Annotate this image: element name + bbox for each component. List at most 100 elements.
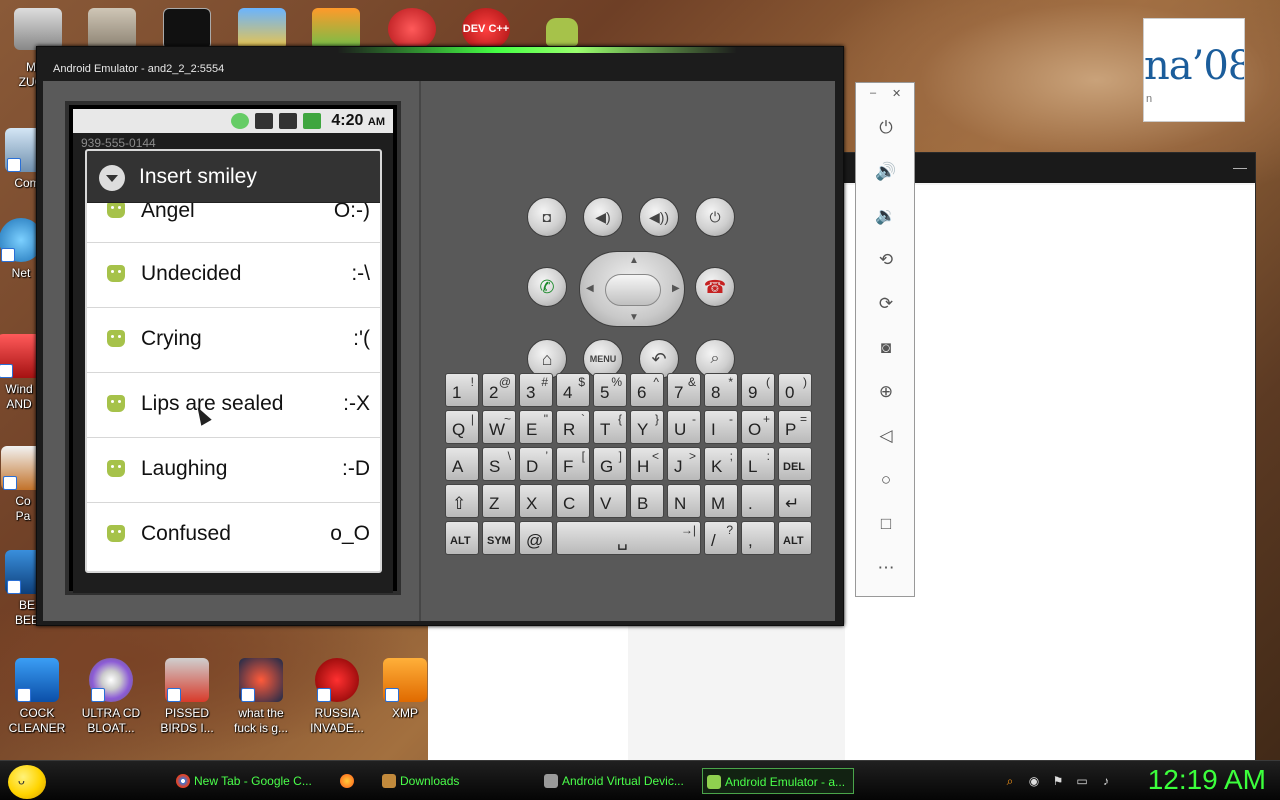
- dpad-down-icon[interactable]: ▼: [629, 312, 639, 323]
- camera-button[interactable]: ◘: [527, 197, 567, 237]
- power-icon[interactable]: ⏻: [874, 117, 898, 139]
- start-button[interactable]: [8, 765, 46, 799]
- key[interactable]: E ": [519, 410, 553, 444]
- key[interactable]: S \: [482, 447, 516, 481]
- desktop-icon-android-sdk[interactable]: [538, 8, 586, 50]
- key[interactable]: 2 @: [482, 373, 516, 407]
- back-triangle-icon[interactable]: ◁: [874, 425, 898, 447]
- key[interactable]: ALT: [445, 521, 479, 555]
- dpad[interactable]: ▲ ▼ ◀ ▶: [579, 251, 685, 327]
- key[interactable]: Y}: [630, 410, 664, 444]
- key[interactable]: X: [519, 484, 553, 518]
- key[interactable]: R `: [556, 410, 590, 444]
- minimize-icon[interactable]: –: [870, 87, 876, 99]
- key[interactable]: 0): [778, 373, 812, 407]
- key[interactable]: 7 &: [667, 373, 701, 407]
- dpad-up-icon[interactable]: ▲: [629, 255, 639, 266]
- smiley-item-angel[interactable]: Angel O:-): [87, 203, 380, 243]
- more-options-icon[interactable]: ⋯: [874, 557, 898, 579]
- key[interactable]: I-: [704, 410, 738, 444]
- key[interactable]: 8 *: [704, 373, 738, 407]
- key[interactable]: .: [741, 484, 775, 518]
- desktop-icon-command-prompt[interactable]: [163, 8, 211, 50]
- dpad-right-icon[interactable]: ▶: [672, 283, 680, 294]
- volume-up-icon[interactable]: 🔊: [874, 161, 898, 183]
- desktop-icon-russia-invade[interactable]: RUSSIA INVADE...: [302, 658, 372, 736]
- search-tray-icon[interactable]: ⌕: [1002, 773, 1018, 789]
- volume-down-icon[interactable]: 🔉: [874, 205, 898, 227]
- task-downloads[interactable]: Downloads: [378, 768, 528, 794]
- rotate-left-icon[interactable]: ⟲: [874, 249, 898, 271]
- desktop-icon-pissed-birds[interactable]: PISSED BIRDS I...: [152, 658, 222, 736]
- overview-square-icon[interactable]: □: [874, 513, 898, 535]
- display-tray-icon[interactable]: ▭: [1074, 773, 1090, 789]
- key[interactable]: B: [630, 484, 664, 518]
- minimize-icon[interactable]: —: [1233, 159, 1247, 175]
- key[interactable]: ↵: [778, 484, 812, 518]
- desktop-icon-angry-birds[interactable]: [312, 8, 360, 50]
- key[interactable]: 5%: [593, 373, 627, 407]
- task-avd-manager[interactable]: Android Virtual Devic...: [540, 768, 690, 794]
- key[interactable]: F[: [556, 447, 590, 481]
- key[interactable]: N: [667, 484, 701, 518]
- desktop-icon-cock-cleaner[interactable]: COCK CLEANER: [2, 658, 72, 736]
- screenshot-icon[interactable]: ◙: [874, 337, 898, 359]
- key[interactable]: 3 #: [519, 373, 553, 407]
- smiley-item-undecided[interactable]: Undecided :-\: [87, 243, 380, 308]
- dpad-center-button[interactable]: [605, 274, 661, 306]
- desktop-icon-documents[interactable]: [88, 8, 136, 50]
- end-call-button[interactable]: ☎: [695, 267, 735, 307]
- key[interactable]: ALT: [778, 521, 812, 555]
- key[interactable]: 9(: [741, 373, 775, 407]
- key[interactable]: H <: [630, 447, 664, 481]
- key[interactable]: O +: [741, 410, 775, 444]
- key[interactable]: ,: [741, 521, 775, 555]
- rotate-right-icon[interactable]: ⟳: [874, 293, 898, 315]
- key[interactable]: G]: [593, 447, 627, 481]
- flag-tray-icon[interactable]: ⚑: [1050, 773, 1066, 789]
- desktop-icon-what-the[interactable]: what the fuck is g...: [226, 658, 296, 736]
- call-button[interactable]: ✆: [527, 267, 567, 307]
- volume-tray-icon[interactable]: ♪: [1098, 773, 1114, 789]
- task-android-emulator[interactable]: Android Emulator - a...: [702, 768, 854, 794]
- desktop-icon-dev-cpp[interactable]: DEV C++: [462, 8, 510, 50]
- phone-screen[interactable]: 4:20 AM 939-555-0144 Insert smiley Angel…: [65, 101, 401, 595]
- key[interactable]: W ~: [482, 410, 516, 444]
- volume-up-button[interactable]: ◀)): [639, 197, 679, 237]
- desktop-icon-ultra-cd[interactable]: ULTRA CD BLOAT...: [76, 658, 146, 736]
- task-new-tab[interactable]: New Tab - Google C...: [172, 768, 322, 794]
- key[interactable]: M: [704, 484, 738, 518]
- key[interactable]: 6 ^: [630, 373, 664, 407]
- space-key[interactable]: ␣ →|: [556, 521, 701, 555]
- taskbar-clock[interactable]: 12:19 AM: [1148, 764, 1266, 796]
- key[interactable]: @: [519, 521, 553, 555]
- key[interactable]: C: [556, 484, 590, 518]
- network-tray-icon[interactable]: ◉: [1026, 773, 1042, 789]
- task-firefox[interactable]: [336, 768, 366, 794]
- smiley-item-crying[interactable]: Crying :'(: [87, 308, 380, 373]
- smiley-item-laughing[interactable]: Laughing :-D: [87, 438, 380, 503]
- key[interactable]: D’: [519, 447, 553, 481]
- key[interactable]: V: [593, 484, 627, 518]
- desktop-icon-paint[interactable]: [238, 8, 286, 50]
- desktop-icon-mark-zuck[interactable]: [14, 8, 62, 50]
- key[interactable]: K;: [704, 447, 738, 481]
- key[interactable]: L:: [741, 447, 775, 481]
- close-icon[interactable]: ✕: [892, 87, 901, 100]
- desktop-icon-picasa[interactable]: [388, 8, 436, 50]
- key[interactable]: SYM: [482, 521, 516, 555]
- dpad-left-icon[interactable]: ◀: [586, 283, 594, 294]
- key[interactable]: U-: [667, 410, 701, 444]
- key[interactable]: /?: [704, 521, 738, 555]
- key[interactable]: P =: [778, 410, 812, 444]
- android-emulator-window[interactable]: Android Emulator - and2_2_2:5554 4:20 AM…: [36, 46, 844, 626]
- zoom-icon[interactable]: ⊕: [874, 381, 898, 403]
- key[interactable]: T{: [593, 410, 627, 444]
- smiley-item-confused[interactable]: Confused o_O: [87, 503, 380, 568]
- smiley-item-lips-sealed[interactable]: Lips are sealed :-X: [87, 373, 380, 438]
- power-button[interactable]: ⏻: [695, 197, 735, 237]
- key[interactable]: A: [445, 447, 479, 481]
- key[interactable]: DEL: [778, 447, 812, 481]
- key[interactable]: J >: [667, 447, 701, 481]
- key[interactable]: Z: [482, 484, 516, 518]
